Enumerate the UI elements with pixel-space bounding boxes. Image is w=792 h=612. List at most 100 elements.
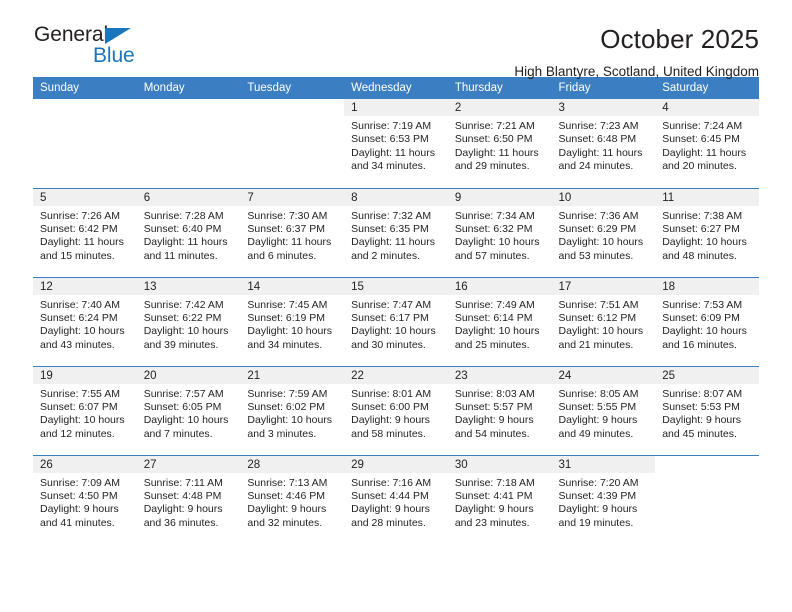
day-cell[interactable]: 7 Sunrise: 7:30 AM Sunset: 6:37 PM Daylight… <box>240 188 345 277</box>
day-cell[interactable]: 23 Sunrise: 8:03 AM Sunset: 5:57 PM Dayligh… <box>447 366 552 455</box>
sunset-text: Sunset: 5:55 PM <box>558 400 637 413</box>
calendar-cell: 17 Sunrise: 7:51 AM Sunset: 6:12 PM Dayligh… <box>551 276 656 366</box>
day-number: 27 <box>136 455 241 473</box>
day-number: 13 <box>136 277 241 295</box>
day-cell[interactable]: 24 Sunrise: 8:05 AM Sunset: 5:55 PM Dayligh… <box>551 366 656 455</box>
day-cell[interactable]: 3 Sunrise: 7:23 AM Sunset: 6:48 PM Daylight… <box>551 99 656 187</box>
day-cell[interactable]: 4 Sunrise: 7:24 AM Sunset: 6:45 PM Daylight… <box>655 99 759 187</box>
daylight-text-line1: Daylight: 10 hours <box>662 325 747 338</box>
day-cell[interactable]: 27 Sunrise: 7:11 AM Sunset: 4:48 PM Dayligh… <box>136 455 241 544</box>
daylight-text-line1: Daylight: 10 hours <box>662 236 747 249</box>
sunset-text: Sunset: 4:41 PM <box>454 489 533 502</box>
day-cell[interactable]: 28 Sunrise: 7:13 AM Sunset: 4:46 PM Dayligh… <box>240 455 345 544</box>
daylight-text-line1: Daylight: 10 hours <box>558 236 644 249</box>
day-cell[interactable]: 25 Sunrise: 8:07 AM Sunset: 5:53 PM Dayligh… <box>655 366 759 455</box>
day-details: Sunrise: 7:40 AM Sunset: 6:24 PM Daylight:… <box>33 295 137 353</box>
day-cell[interactable]: 13 Sunrise: 7:42 AM Sunset: 6:22 PM Dayligh… <box>136 277 241 366</box>
day-cell[interactable]: 11 Sunrise: 7:38 AM Sunset: 6:27 PM Dayligh… <box>655 188 759 277</box>
day-number: 20 <box>136 366 241 384</box>
day-cell[interactable]: 18 Sunrise: 7:53 AM Sunset: 6:09 PM Dayligh… <box>655 277 759 366</box>
sunset-text: Sunset: 6:48 PM <box>558 133 637 146</box>
calendar-cell: 6 Sunrise: 7:28 AM Sunset: 6:40 PM Daylight… <box>136 187 241 277</box>
empty-day-cell <box>655 456 759 544</box>
calendar-week-row: 12 Sunrise: 7:40 AM Sunset: 6:24 PM Dayligh… <box>33 276 759 366</box>
calendar-cell: 29 Sunrise: 7:16 AM Sunset: 4:44 PM Dayligh… <box>344 454 448 544</box>
day-cell[interactable]: 15 Sunrise: 7:47 AM Sunset: 6:17 PM Dayligh… <box>344 277 448 366</box>
day-details: Sunrise: 7:55 AM Sunset: 6:07 PM Daylight:… <box>33 384 137 442</box>
daylight-text-line1: Daylight: 11 hours <box>143 236 228 249</box>
sunset-text: Sunset: 6:50 PM <box>454 133 533 146</box>
daylight-text-line2: and 53 minutes. <box>558 249 634 262</box>
day-number: 28 <box>240 455 345 473</box>
sunrise-text: Sunrise: 7:36 AM <box>558 209 639 222</box>
day-details: Sunrise: 7:21 AM Sunset: 6:50 PM Daylight:… <box>448 116 552 174</box>
calendar-cell: 14 Sunrise: 7:45 AM Sunset: 6:19 PM Dayligh… <box>240 276 345 366</box>
sunrise-text: Sunrise: 7:16 AM <box>351 476 432 489</box>
sunrise-text: Sunrise: 7:20 AM <box>558 476 639 489</box>
sunset-text: Sunset: 5:57 PM <box>454 400 533 413</box>
day-cell[interactable]: 2 Sunrise: 7:21 AM Sunset: 6:50 PM Daylight… <box>447 99 552 187</box>
day-number: 7 <box>240 188 345 206</box>
day-details: Sunrise: 8:05 AM Sunset: 5:55 PM Daylight:… <box>552 384 656 442</box>
sunset-text: Sunset: 6:53 PM <box>351 133 429 146</box>
day-cell[interactable]: 6 Sunrise: 7:28 AM Sunset: 6:40 PM Daylight… <box>136 188 241 277</box>
day-cell[interactable]: 9 Sunrise: 7:34 AM Sunset: 6:32 PM Daylight… <box>447 188 552 277</box>
day-cell[interactable]: 5 Sunrise: 7:26 AM Sunset: 6:42 PM Daylight… <box>33 188 137 277</box>
sunset-text: Sunset: 4:44 PM <box>351 489 429 502</box>
day-number: 22 <box>344 366 448 384</box>
daylight-text-line2: and 3 minutes. <box>247 427 317 440</box>
daylight-text-line1: Daylight: 10 hours <box>247 414 333 427</box>
day-number: 4 <box>655 99 759 116</box>
day-cell[interactable]: 17 Sunrise: 7:51 AM Sunset: 6:12 PM Dayligh… <box>551 277 656 366</box>
day-number: 3 <box>551 99 656 116</box>
daylight-text-line1: Daylight: 9 hours <box>454 503 534 516</box>
calendar-cell: 9 Sunrise: 7:34 AM Sunset: 6:32 PM Daylight… <box>447 187 552 277</box>
day-details: Sunrise: 7:53 AM Sunset: 6:09 PM Daylight:… <box>655 295 759 353</box>
calendar-cell: 18 Sunrise: 7:53 AM Sunset: 6:09 PM Dayligh… <box>655 276 759 366</box>
day-details: Sunrise: 7:30 AM Sunset: 6:37 PM Daylight:… <box>240 206 344 264</box>
day-cell[interactable]: 26 Sunrise: 7:09 AM Sunset: 4:50 PM Dayligh… <box>33 455 137 544</box>
day-number: 18 <box>655 277 759 295</box>
day-details: Sunrise: 7:26 AM Sunset: 6:42 PM Daylight:… <box>33 206 137 264</box>
day-cell[interactable]: 8 Sunrise: 7:32 AM Sunset: 6:35 PM Daylight… <box>344 188 448 277</box>
day-cell[interactable]: 16 Sunrise: 7:49 AM Sunset: 6:14 PM Dayligh… <box>447 277 552 366</box>
calendar-page: General Blue October 2025 High Blantyre,… <box>0 0 792 612</box>
day-cell[interactable]: 31 Sunrise: 7:20 AM Sunset: 4:39 PM Dayligh… <box>551 455 656 544</box>
location-subtitle: High Blantyre, Scotland, United Kingdom <box>514 64 759 79</box>
day-number: 2 <box>447 99 552 116</box>
daylight-text-line2: and 54 minutes. <box>454 427 530 440</box>
day-cell[interactable]: 10 Sunrise: 7:36 AM Sunset: 6:29 PM Dayligh… <box>551 188 656 277</box>
sunset-text: Sunset: 6:22 PM <box>143 311 222 324</box>
day-number: 9 <box>447 188 552 206</box>
day-details: Sunrise: 7:51 AM Sunset: 6:12 PM Daylight:… <box>552 295 656 353</box>
day-details: Sunrise: 7:20 AM Sunset: 4:39 PM Daylight:… <box>552 473 656 531</box>
sunset-text: Sunset: 5:53 PM <box>662 400 740 413</box>
day-details: Sunrise: 7:13 AM Sunset: 4:46 PM Daylight:… <box>240 473 344 531</box>
day-cell[interactable]: 21 Sunrise: 7:59 AM Sunset: 6:02 PM Dayligh… <box>240 366 345 455</box>
sunrise-text: Sunrise: 7:40 AM <box>40 298 120 311</box>
daylight-text-line2: and 23 minutes. <box>454 516 530 529</box>
day-number: 23 <box>447 366 552 384</box>
day-cell[interactable]: 30 Sunrise: 7:18 AM Sunset: 4:41 PM Dayligh… <box>447 455 552 544</box>
daylight-text-line1: Daylight: 11 hours <box>351 236 435 249</box>
sunrise-text: Sunrise: 7:18 AM <box>454 476 535 489</box>
day-cell[interactable]: 19 Sunrise: 7:55 AM Sunset: 6:07 PM Dayligh… <box>33 366 137 455</box>
daylight-text-line2: and 28 minutes. <box>351 516 426 529</box>
day-cell[interactable]: 14 Sunrise: 7:45 AM Sunset: 6:19 PM Dayligh… <box>240 277 345 366</box>
day-details: Sunrise: 7:11 AM Sunset: 4:48 PM Daylight:… <box>137 473 241 531</box>
sunrise-text: Sunrise: 7:47 AM <box>351 298 432 311</box>
day-cell[interactable]: 29 Sunrise: 7:16 AM Sunset: 4:44 PM Dayligh… <box>344 455 448 544</box>
day-cell[interactable]: 22 Sunrise: 8:01 AM Sunset: 6:00 PM Dayligh… <box>344 366 448 455</box>
day-details: Sunrise: 7:16 AM Sunset: 4:44 PM Daylight:… <box>344 473 448 531</box>
general-blue-logo[interactable]: General Blue <box>33 24 223 74</box>
day-cell[interactable]: 1 Sunrise: 7:19 AM Sunset: 6:53 PM Daylight… <box>344 99 448 187</box>
daylight-text-line2: and 30 minutes. <box>351 338 426 351</box>
day-number: 15 <box>344 277 448 295</box>
empty-day-cell <box>33 99 137 187</box>
day-number: 10 <box>551 188 656 206</box>
day-cell[interactable]: 12 Sunrise: 7:40 AM Sunset: 6:24 PM Dayligh… <box>33 277 137 366</box>
day-details: Sunrise: 7:59 AM Sunset: 6:02 PM Daylight:… <box>240 384 344 442</box>
day-number <box>137 99 241 116</box>
day-cell[interactable]: 20 Sunrise: 7:57 AM Sunset: 6:05 PM Dayligh… <box>136 366 241 455</box>
daylight-text-line1: Daylight: 9 hours <box>247 503 327 516</box>
